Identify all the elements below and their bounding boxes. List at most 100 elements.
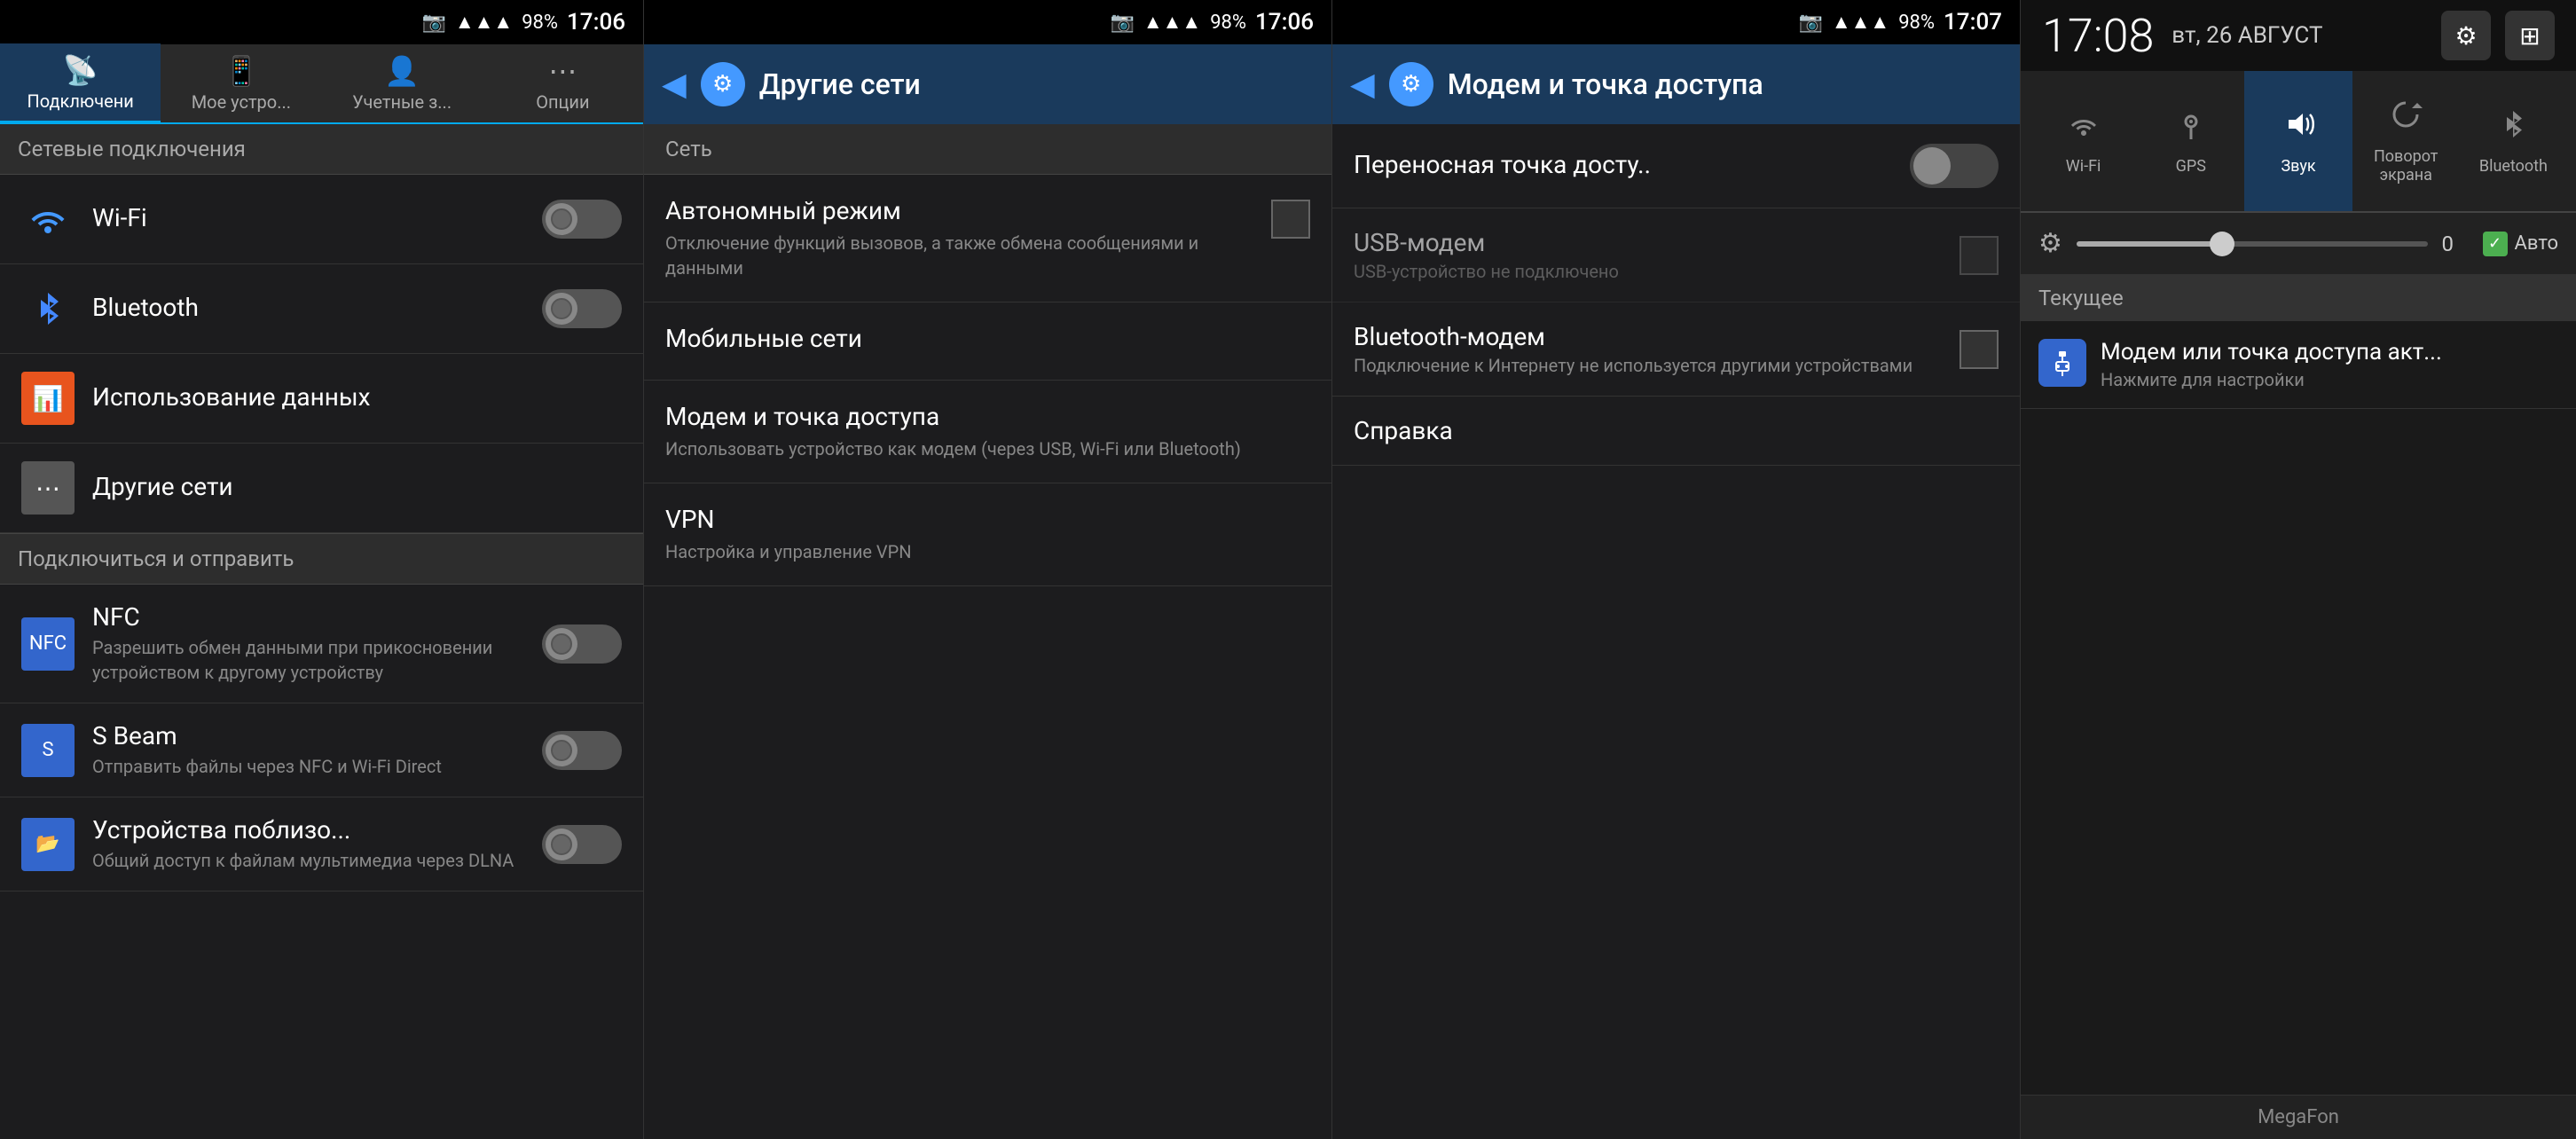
hotspot-toggle[interactable]	[1910, 144, 1999, 188]
data-content: Использование данных	[92, 382, 622, 415]
qt-bluetooth-icon	[2496, 107, 2530, 150]
brightness-track[interactable]	[2077, 241, 2428, 247]
tab-accounts[interactable]: 👤 Учетные з...	[322, 43, 483, 123]
hotspot-toggle-knob	[1913, 147, 1951, 185]
menu-item-tethering[interactable]: Модем и точка доступа Использовать устро…	[644, 381, 1331, 483]
qt-sound-icon	[2281, 107, 2315, 150]
network-label-2: Сеть	[644, 124, 1331, 175]
tab-connections-icon: 📡	[63, 53, 98, 87]
settings-button[interactable]: ⚙	[2441, 11, 2491, 60]
notif-time: 17:08	[2042, 9, 2154, 63]
tethering-title: Модем и точка доступа	[665, 402, 1310, 431]
airplane-sub: Отключение функций вызовов, а также обме…	[665, 231, 1257, 280]
wifi-toggle[interactable]	[542, 200, 622, 239]
nfc-icon: NFC	[21, 617, 75, 671]
usb-sub: USB-устройство не подключено	[1354, 261, 1959, 282]
nfc-subtitle: Разрешить обмен данными при прикосновени…	[92, 635, 542, 685]
sbeam-title: S Beam	[92, 721, 542, 750]
tethering-sub: Использовать устройство как модем (через…	[665, 436, 1310, 461]
nearby-content: Устройства поблизо... Общий доступ к фай…	[92, 815, 542, 873]
usb-checkbox[interactable]	[1959, 236, 1999, 275]
quick-toggle-rotate[interactable]: Поворот экрана	[2352, 71, 2460, 211]
settings-item-sbeam[interactable]: S S Beam Отправить файлы через NFC и Wi-…	[0, 703, 643, 797]
menu-item-mobile[interactable]: Мобильные сети	[644, 302, 1331, 381]
menu-item-airplane[interactable]: Автономный режим Отключение функций вызо…	[644, 175, 1331, 302]
back-button-2[interactable]: ◀	[662, 66, 687, 103]
mobile-title: Мобильные сети	[665, 324, 1310, 353]
bt-checkbox[interactable]	[1959, 330, 1999, 369]
settings-item-wifi[interactable]: Wi-Fi	[0, 175, 643, 264]
quick-toggle-sound[interactable]: Звук	[2244, 71, 2352, 211]
quick-toggle-wifi[interactable]: Wi-Fi	[2030, 71, 2137, 211]
signal-icon-3: ▲▲▲	[1832, 11, 1889, 34]
usb-content: USB-модем USB-устройство не подключено	[1354, 228, 1959, 282]
qt-sound-label: Звук	[2281, 157, 2315, 176]
time-3: 17:07	[1944, 9, 2002, 35]
nfc-toggle-knob	[546, 628, 577, 660]
help-label: Справка	[1354, 416, 1453, 445]
wifi-icon	[21, 192, 75, 246]
grid-button[interactable]: ⊞	[2505, 11, 2555, 60]
tab-connections[interactable]: 📡 Подключени	[0, 43, 161, 123]
qt-wifi-icon	[2067, 107, 2101, 150]
airplane-title: Автономный режим	[665, 196, 1257, 225]
tab-options-label: Опции	[536, 91, 589, 113]
notif-item-tethering[interactable]: Модем или точка доступа акт... Нажмите д…	[2021, 321, 2576, 409]
wifi-toggle-knob	[546, 203, 577, 235]
qt-gps-icon	[2174, 107, 2208, 150]
qt-wifi-label: Wi-Fi	[2066, 157, 2101, 176]
quick-toggle-gps[interactable]: GPS	[2137, 71, 2244, 211]
tether-item-hotspot[interactable]: Переносная точка досту..	[1332, 124, 2020, 208]
battery-text-3: 98%	[1898, 12, 1935, 34]
tether-item-bt[interactable]: Bluetooth-модем Подключение к Интернету …	[1332, 302, 2020, 397]
auto-label: Авто	[2515, 232, 2558, 255]
nearby-toggle-knob	[546, 829, 577, 860]
settings-item-nearby[interactable]: 📂 Устройства поблизо... Общий доступ к ф…	[0, 797, 643, 892]
carrier-text: MegaFon	[2258, 1106, 2339, 1128]
notif-content: Модем или точка доступа акт... Нажмите д…	[2101, 339, 2558, 390]
sbeam-icon: S	[21, 724, 75, 777]
settings-list-1: Wi-Fi Bluetooth 📊 Использова	[0, 175, 643, 1139]
brightness-fill	[2077, 241, 2217, 247]
tab-options-icon: ⋯	[548, 54, 577, 88]
nearby-toggle[interactable]	[542, 825, 622, 864]
status-bar-3: 📷 ▲▲▲ 98% 17:07	[1332, 0, 2020, 44]
camera-icon-2: 📷	[1110, 12, 1134, 34]
time-1: 17:06	[567, 9, 625, 35]
bt-title: Bluetooth	[92, 293, 542, 322]
tab-options[interactable]: ⋯ Опции	[483, 43, 643, 123]
qt-gps-label: GPS	[2176, 157, 2206, 176]
panel-notifications: 17:08 вт, 26 АВГУСТ ⚙ ⊞ Wi-Fi	[2021, 0, 2576, 1139]
settings-item-data[interactable]: 📊 Использование данных	[0, 354, 643, 444]
auto-check[interactable]: ✓ Авто	[2483, 232, 2558, 256]
settings-item-bluetooth[interactable]: Bluetooth	[0, 264, 643, 354]
hotspot-content: Переносная точка досту..	[1354, 150, 1910, 183]
notif-status-bar: 17:08 вт, 26 АВГУСТ ⚙ ⊞	[2021, 0, 2576, 71]
bluetooth-icon	[21, 282, 75, 335]
back-button-3[interactable]: ◀	[1350, 66, 1375, 103]
tab-mydevice[interactable]: 📱 Мое устро...	[161, 43, 321, 123]
nav-title-2: Другие сети	[759, 67, 921, 101]
settings-item-nfc[interactable]: NFC NFC Разрешить обмен данными при прик…	[0, 585, 643, 703]
nav-title-3: Модем и точка доступа	[1448, 67, 1763, 101]
menu-item-vpn[interactable]: VPN Настройка и управление VPN	[644, 483, 1331, 586]
notif-subtitle: Нажмите для настройки	[2101, 369, 2558, 390]
airplane-checkbox[interactable]	[1271, 200, 1310, 239]
other-icon: ⋯	[21, 461, 75, 515]
signal-icon-2: ▲▲▲	[1143, 11, 1201, 34]
quick-toggle-bluetooth[interactable]: Bluetooth	[2460, 71, 2567, 211]
nfc-content: NFC Разрешить обмен данными при прикосно…	[92, 602, 542, 685]
bt-toggle[interactable]	[542, 289, 622, 328]
nfc-toggle[interactable]	[542, 624, 622, 664]
settings-item-other[interactable]: ⋯ Другие сети	[0, 444, 643, 533]
sbeam-toggle[interactable]	[542, 731, 622, 770]
help-item[interactable]: Справка	[1332, 397, 2020, 466]
sbeam-subtitle: Отправить файлы через NFC и Wi-Fi Direct	[92, 754, 542, 779]
bt-toggle-knob	[546, 293, 577, 325]
brightness-value: 0	[2442, 232, 2469, 256]
bt-modem-content: Bluetooth-модем Подключение к Интернету …	[1354, 322, 1959, 376]
status-bar-1: 📷 ▲▲▲ 98% 17:06	[0, 0, 643, 44]
menu-list-2: Автономный режим Отключение функций вызо…	[644, 175, 1331, 586]
network-section-header: Сетевые подключения	[0, 124, 643, 175]
tether-item-usb[interactable]: USB-модем USB-устройство не подключено	[1332, 208, 2020, 302]
